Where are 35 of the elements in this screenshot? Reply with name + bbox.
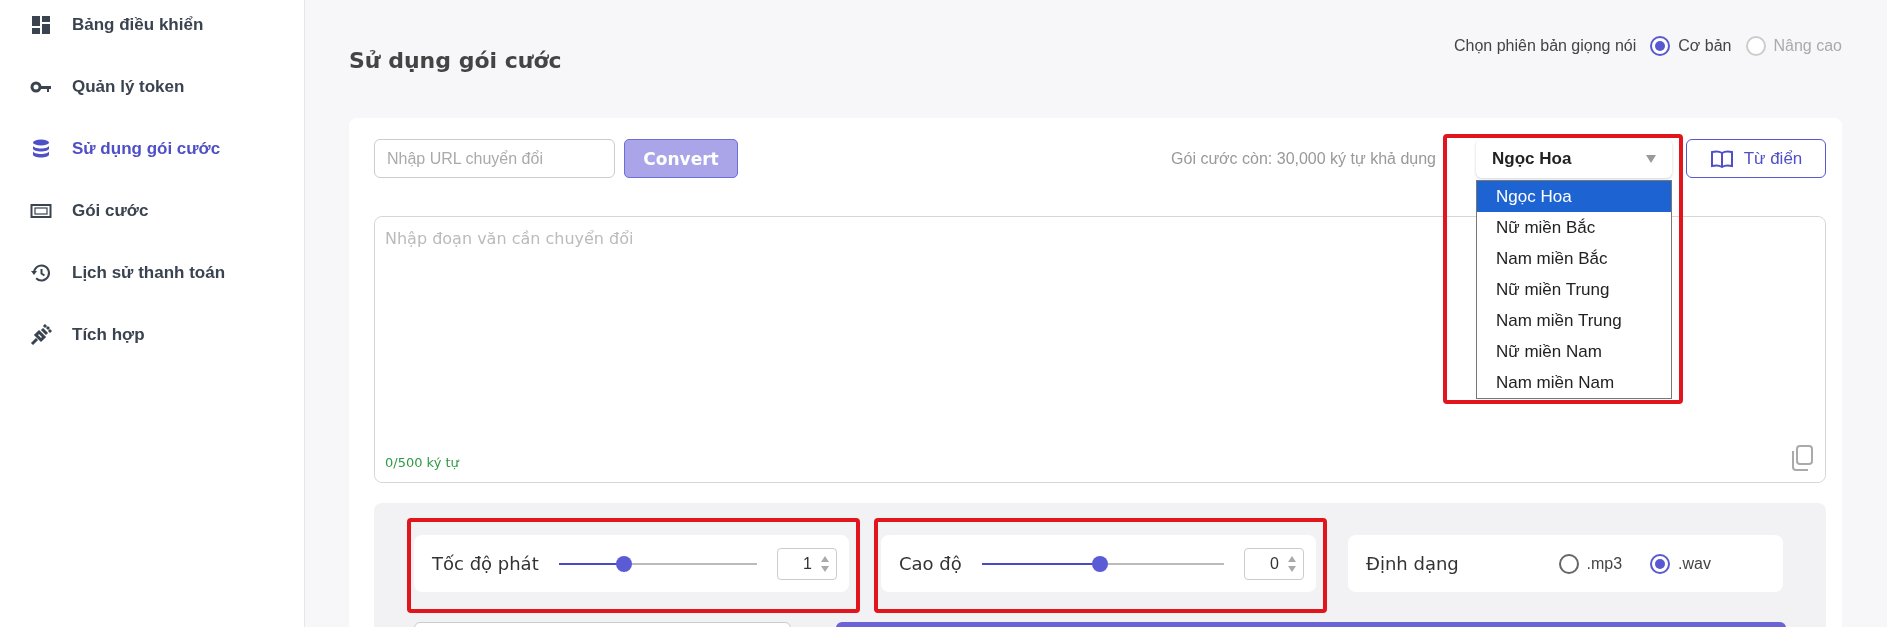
caret-icon	[1646, 154, 1656, 163]
setting-label: Cao độ	[899, 553, 962, 574]
sidebar-item[interactable]: Gói cước	[0, 194, 304, 228]
slider-thumb[interactable]	[1092, 555, 1109, 572]
number-field[interactable]: 0	[1244, 547, 1304, 580]
setting-label: Định dạng	[1366, 553, 1459, 574]
sidebar-item[interactable]: Lịch sử thanh toán	[0, 256, 304, 290]
sidebar-item[interactable]: Bảng điều khiển	[0, 8, 304, 42]
voice-option[interactable]: Nữ miền Trung	[1477, 274, 1671, 305]
quota-text: Gói cước còn: 30,000 ký tự khả dụng	[1171, 149, 1436, 168]
character-counter: 0/500 ký tự	[385, 455, 459, 470]
dictionary-button[interactable]: Từ điển	[1686, 139, 1826, 178]
database-icon	[30, 138, 52, 160]
voice-option[interactable]: Nam miền Bắc	[1477, 243, 1671, 274]
voice-version-label: Chọn phiên bản giọng nói	[1453, 36, 1637, 55]
voice-option[interactable]: Nữ miền Nam	[1477, 336, 1671, 367]
version-radio[interactable]: Cơ bản	[1650, 35, 1732, 56]
voice-option[interactable]: Nam miền Trung	[1477, 305, 1671, 336]
voice-option[interactable]: Nam miền Nam	[1477, 367, 1671, 398]
sidebar-item[interactable]: Tích hợp	[0, 318, 304, 352]
plug-icon	[30, 324, 52, 346]
slider-thumb[interactable]	[616, 555, 633, 572]
format-radio[interactable]: .wav	[1650, 553, 1711, 574]
page-title: Sử dụng gói cước	[349, 48, 562, 73]
url-field[interactable]: Nhập URL chuyển đổi	[374, 139, 615, 178]
format-radio[interactable]: .mp3	[1558, 553, 1623, 574]
history-icon	[30, 262, 52, 284]
setting-label: Tốc độ phát	[432, 553, 539, 574]
number-field[interactable]: 1	[777, 547, 837, 580]
voice-option[interactable]: Ngọc Hoa	[1477, 181, 1671, 212]
book-icon	[1709, 148, 1734, 169]
dashboard-icon	[30, 14, 52, 36]
sidebar-item[interactable]: Quản lý token	[0, 70, 304, 104]
sidebar-item[interactable]: Sử dụng gói cước	[0, 132, 304, 166]
voice-select[interactable]: Ngọc Hoa	[1476, 139, 1672, 178]
